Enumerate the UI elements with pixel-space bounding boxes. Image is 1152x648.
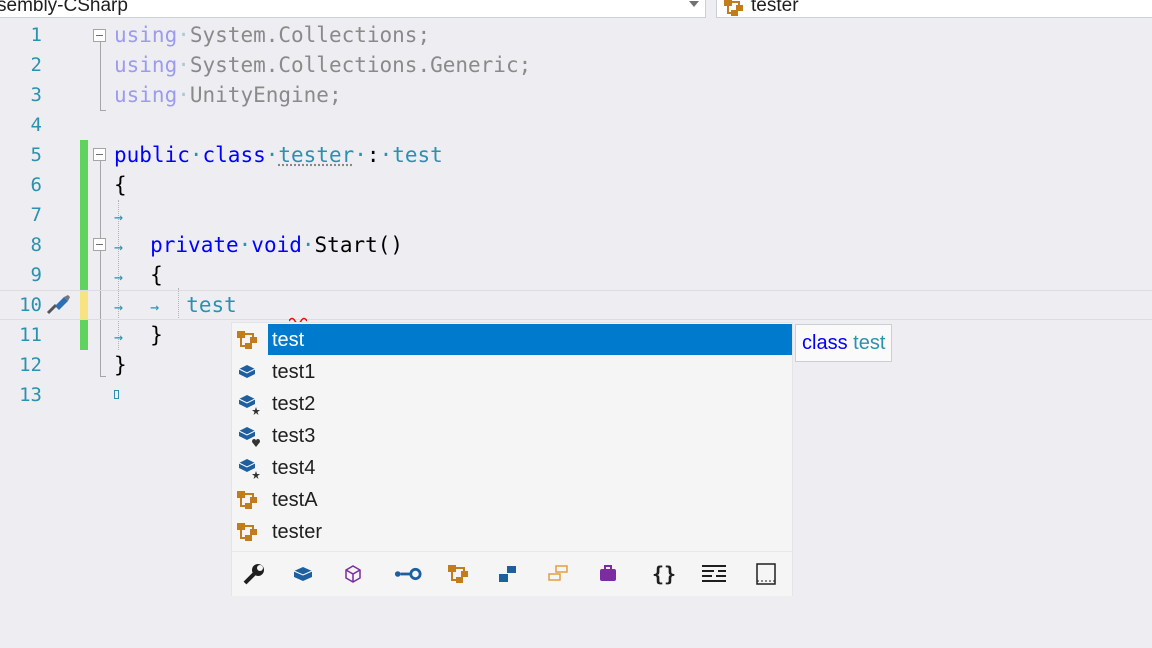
completion-item-label: tester [272, 521, 323, 543]
struct-filter-icon[interactable] [494, 560, 522, 588]
line-number: 6 [30, 174, 42, 196]
code-line[interactable]: 3 using·UnityEngine; [0, 80, 1152, 110]
keyword-filter-icon[interactable] [700, 560, 728, 588]
completion-item[interactable]: test1 [232, 355, 792, 387]
completion-item[interactable]: test3 [232, 419, 792, 451]
intellisense-completion-list[interactable]: test test1 test2 test3 test4 testA teste… [231, 322, 793, 596]
tooltip-keyword: class [802, 332, 848, 354]
tab-arrow-icon: → [114, 208, 124, 226]
code-line[interactable]: 4 [0, 110, 1152, 140]
completion-item-label: test3 [272, 425, 316, 447]
code-line[interactable]: 8 → private·void·Start() [0, 230, 1152, 260]
brace: } [114, 353, 127, 377]
namespace: System.Collections.Generic; [189, 53, 532, 77]
member-name: tester [751, 0, 799, 16]
completion-item[interactable]: testA [232, 483, 792, 515]
local-filter-icon[interactable] [339, 560, 367, 588]
code-line[interactable]: 5 public·class·tester·:·test [0, 140, 1152, 170]
brace: { [150, 263, 163, 287]
line-number: 12 [19, 354, 42, 376]
enum-filter-icon[interactable] [594, 560, 622, 588]
navigation-bar: sembly-CSharp tester [0, 0, 1152, 20]
line-number: 11 [19, 324, 42, 346]
code-line[interactable]: 2 using·System.Collections.Generic; [0, 50, 1152, 80]
line-number: 5 [30, 144, 42, 166]
code-line[interactable]: 6 { [0, 170, 1152, 200]
tab-arrow-icon: → → [114, 298, 187, 316]
selection-highlight [268, 324, 792, 355]
chevron-down-icon[interactable] [689, 1, 699, 7]
tab-arrow-icon: → [114, 268, 151, 286]
line-number: 3 [30, 84, 42, 106]
current-code-line[interactable]: 10 → → test [0, 290, 1152, 325]
completion-item-label: test [272, 329, 305, 351]
keyword: void [251, 233, 302, 257]
method-name: Start() [314, 233, 404, 257]
colon: : [366, 143, 380, 167]
completion-item-label: test4 [272, 457, 316, 479]
completion-filter-bar: {} [232, 551, 792, 596]
line-number: 8 [30, 234, 42, 256]
field-protected-icon [238, 427, 260, 447]
class-name: tester [278, 143, 355, 167]
line-number: 4 [30, 114, 42, 136]
namespace: UnityEngine; [189, 83, 342, 107]
line-number: 2 [30, 54, 42, 76]
class-filter-icon[interactable] [446, 560, 474, 588]
project-dropdown[interactable]: sembly-CSharp [0, 0, 706, 18]
completion-item[interactable]: tester [232, 515, 792, 547]
field-shortcut-icon [238, 395, 260, 415]
field-icon [238, 365, 256, 378]
completion-item[interactable]: test4 [232, 451, 792, 483]
class-icon [237, 491, 257, 509]
line-number: 10 [19, 294, 42, 316]
completion-item-label: test1 [272, 361, 316, 383]
code-line[interactable]: 7 → [0, 200, 1152, 230]
class-icon [237, 331, 257, 349]
field-shortcut-icon [238, 459, 260, 479]
wrench-icon[interactable] [240, 560, 268, 588]
base-class-name: test [392, 143, 443, 167]
project-name: sembly-CSharp [0, 0, 128, 16]
tab-arrow-icon: → [114, 328, 151, 346]
brace: { [114, 173, 127, 197]
keyword: private [150, 233, 239, 257]
tooltip-type-name: test [853, 332, 886, 354]
class-icon [237, 523, 257, 541]
namespace: System.Collections; [189, 23, 431, 47]
completion-item-label: testA [272, 489, 318, 511]
completion-item[interactable]: test2 [232, 387, 792, 419]
keyword: using [114, 83, 178, 107]
line-number: 13 [19, 384, 42, 406]
keyword: using [114, 23, 178, 47]
member-dropdown[interactable]: tester [716, 0, 1152, 18]
tab-arrow-icon: → [114, 238, 151, 256]
screwdriver-icon[interactable] [44, 293, 72, 321]
brace: } [150, 323, 163, 347]
namespace-filter-icon[interactable]: {} [650, 560, 678, 588]
code-line[interactable]: 1 using·System.Collections; [0, 20, 1152, 50]
property-filter-icon[interactable] [394, 560, 422, 588]
completion-item[interactable]: test [232, 323, 792, 355]
snippet-filter-icon[interactable] [752, 560, 780, 588]
quick-info-tooltip: class test [795, 324, 893, 362]
code-line[interactable]: 9 → { [0, 260, 1152, 290]
line-number: 7 [30, 204, 42, 226]
interface-filter-icon[interactable] [544, 560, 572, 588]
keyword: using [114, 53, 178, 77]
typed-identifier[interactable]: test [186, 293, 237, 317]
keyword: public [114, 143, 190, 167]
line-number: 9 [30, 264, 42, 286]
keyword: class [202, 143, 266, 167]
eof-marker [114, 390, 119, 399]
class-icon [723, 0, 749, 17]
completion-item-label: test2 [272, 393, 316, 415]
line-number: 1 [30, 24, 42, 46]
field-filter-icon[interactable] [289, 560, 317, 588]
